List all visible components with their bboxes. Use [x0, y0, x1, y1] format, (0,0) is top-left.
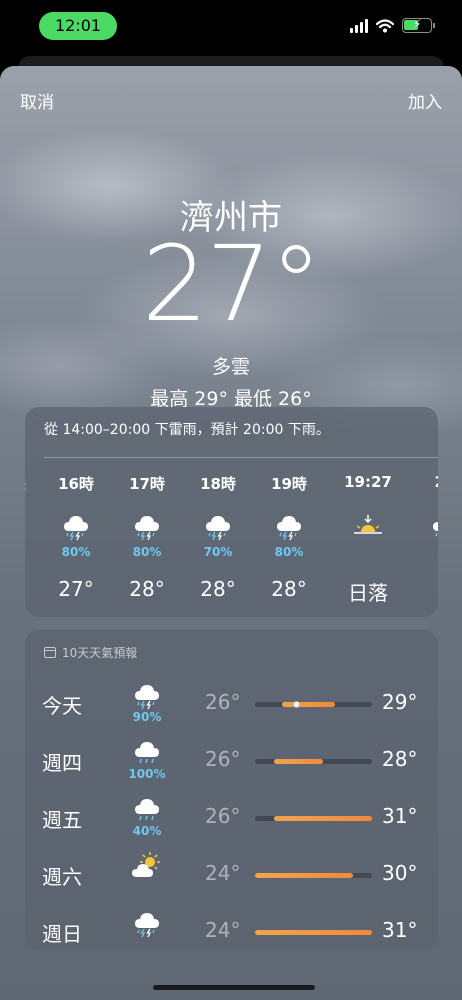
cellular-signal-icon [350, 18, 368, 33]
hour-label: 19:27 [344, 473, 392, 491]
high-temperature: 30° [382, 861, 418, 885]
high-temperature: 31° [382, 804, 418, 828]
low-temperature: 26° [205, 747, 241, 771]
high-temperature: 29° [382, 690, 418, 714]
hourly-item: 18時 70% 28° [188, 473, 248, 601]
thunderstorm-icon [188, 507, 248, 545]
hour-temperature: 28° [129, 577, 165, 601]
daily-row[interactable]: 今天 90% 26° 29° [25, 670, 438, 726]
hourly-item: 19時 80% 28° [259, 473, 319, 601]
day-name: 週六 [42, 865, 82, 889]
current-condition: 多雲 [211, 356, 250, 378]
hourly-item: 17時 80% 28° [117, 473, 177, 601]
rain-icon [125, 794, 169, 824]
day-name: 週五 [42, 808, 82, 832]
daily-row[interactable]: 週五 40% 26° 31° [25, 784, 438, 840]
precipitation-chance [338, 545, 398, 559]
precipitation-chance: 40% [132, 824, 162, 838]
day-name: 週四 [42, 751, 82, 775]
hour-label: 19時 [271, 475, 307, 493]
temperature-range-fill [255, 873, 354, 878]
hour-temperature: 28° [200, 577, 236, 601]
ten-day-header-label: 10天天氣預報 [62, 646, 138, 660]
rain-icon [125, 737, 169, 767]
sunset-icon [338, 507, 398, 545]
hour-label: 16時 [58, 475, 94, 493]
divider [44, 457, 438, 458]
hourly-item: 2092 [415, 473, 438, 601]
daily-row[interactable]: 週日 24° 31° [25, 898, 438, 950]
calendar-icon [44, 647, 56, 658]
high-temperature: 31° [382, 918, 418, 942]
home-indicator[interactable] [153, 985, 315, 990]
temperature-range-bar [255, 701, 372, 708]
hourly-item: 19:27 日落 [338, 473, 398, 606]
hour-temperature: 27° [58, 577, 94, 601]
day-name: 今天 [42, 694, 82, 718]
hour-temperature: 28° [271, 577, 307, 601]
precipitation-chance: 80% [132, 545, 162, 559]
hourly-item: 16時 80% 27° [46, 473, 106, 601]
battery-icon: ⚡ [402, 17, 435, 33]
partly-sunny-icon [125, 851, 169, 881]
thunderstorm-icon [46, 507, 106, 545]
hour-temperature: 日落 [348, 581, 388, 605]
low-temperature: 24° [205, 918, 241, 942]
current-temperature: 27° [141, 223, 322, 345]
thunderstorm-icon [259, 507, 319, 545]
ten-day-forecast-card[interactable]: 10天天氣預報 今天 90% 26° 29° 週四 100% 26° 28° 週五 40% 26° 3… [25, 630, 438, 950]
low-temperature: 24° [205, 861, 241, 885]
hour-label: 20 [415, 473, 438, 495]
temperature-range-fill [255, 930, 372, 935]
temperature-range-bar [255, 759, 372, 764]
temperature-range-fill [281, 702, 335, 707]
hourly-summary: 從 14:00–20:00 下雷雨，預計 20:00 下雨。 [44, 422, 330, 438]
cancel-button[interactable]: 取消 [20, 88, 54, 113]
low-temperature: 26° [205, 804, 241, 828]
precipitation-chance: 80% [61, 545, 91, 559]
status-bar: 12:01 ⚡ [0, 0, 462, 54]
temperature-range-bar [255, 816, 372, 821]
hour-label: 17時 [129, 475, 165, 493]
hourly-forecast-card[interactable]: 從 14:00–20:00 下雷雨，預計 20:00 下雨。 : 16時 80% 2… [25, 407, 438, 617]
temperature-range-fill [273, 759, 323, 764]
ten-day-header: 10天天氣預報 [44, 644, 137, 661]
high-temperature: 28° [382, 747, 418, 771]
thunderstorm-icon [125, 908, 169, 938]
daily-row[interactable]: 週四 100% 26° 28° [25, 727, 438, 783]
hour-temperature: 2 [415, 577, 438, 601]
thunderstorm-icon [415, 507, 438, 545]
temperature-range-bar [255, 873, 372, 878]
day-name: 週日 [42, 922, 82, 946]
hour-label: 18時 [200, 475, 236, 493]
wifi-icon [376, 18, 394, 32]
status-icons: ⚡ [350, 17, 435, 33]
precipitation-chance: 80% [274, 545, 304, 559]
precipitation-chance: 70% [203, 545, 233, 559]
thunderstorm-icon [117, 507, 177, 545]
temperature-range-fill [273, 816, 372, 821]
precipitation-chance: 90% [132, 710, 162, 724]
thunderstorm-icon [125, 680, 169, 710]
add-button[interactable]: 加入 [408, 88, 442, 113]
precipitation-chance: 100% [128, 767, 166, 781]
precipitation-chance: 9 [415, 545, 438, 559]
daily-row[interactable]: 週六 24° 30° [25, 841, 438, 897]
current-temperature-dot [292, 701, 300, 708]
low-temperature: 26° [205, 690, 241, 714]
temperature-range-bar [255, 930, 372, 935]
status-time[interactable]: 12:01 [39, 12, 117, 40]
scroll-edge-mark: : [25, 479, 27, 493]
